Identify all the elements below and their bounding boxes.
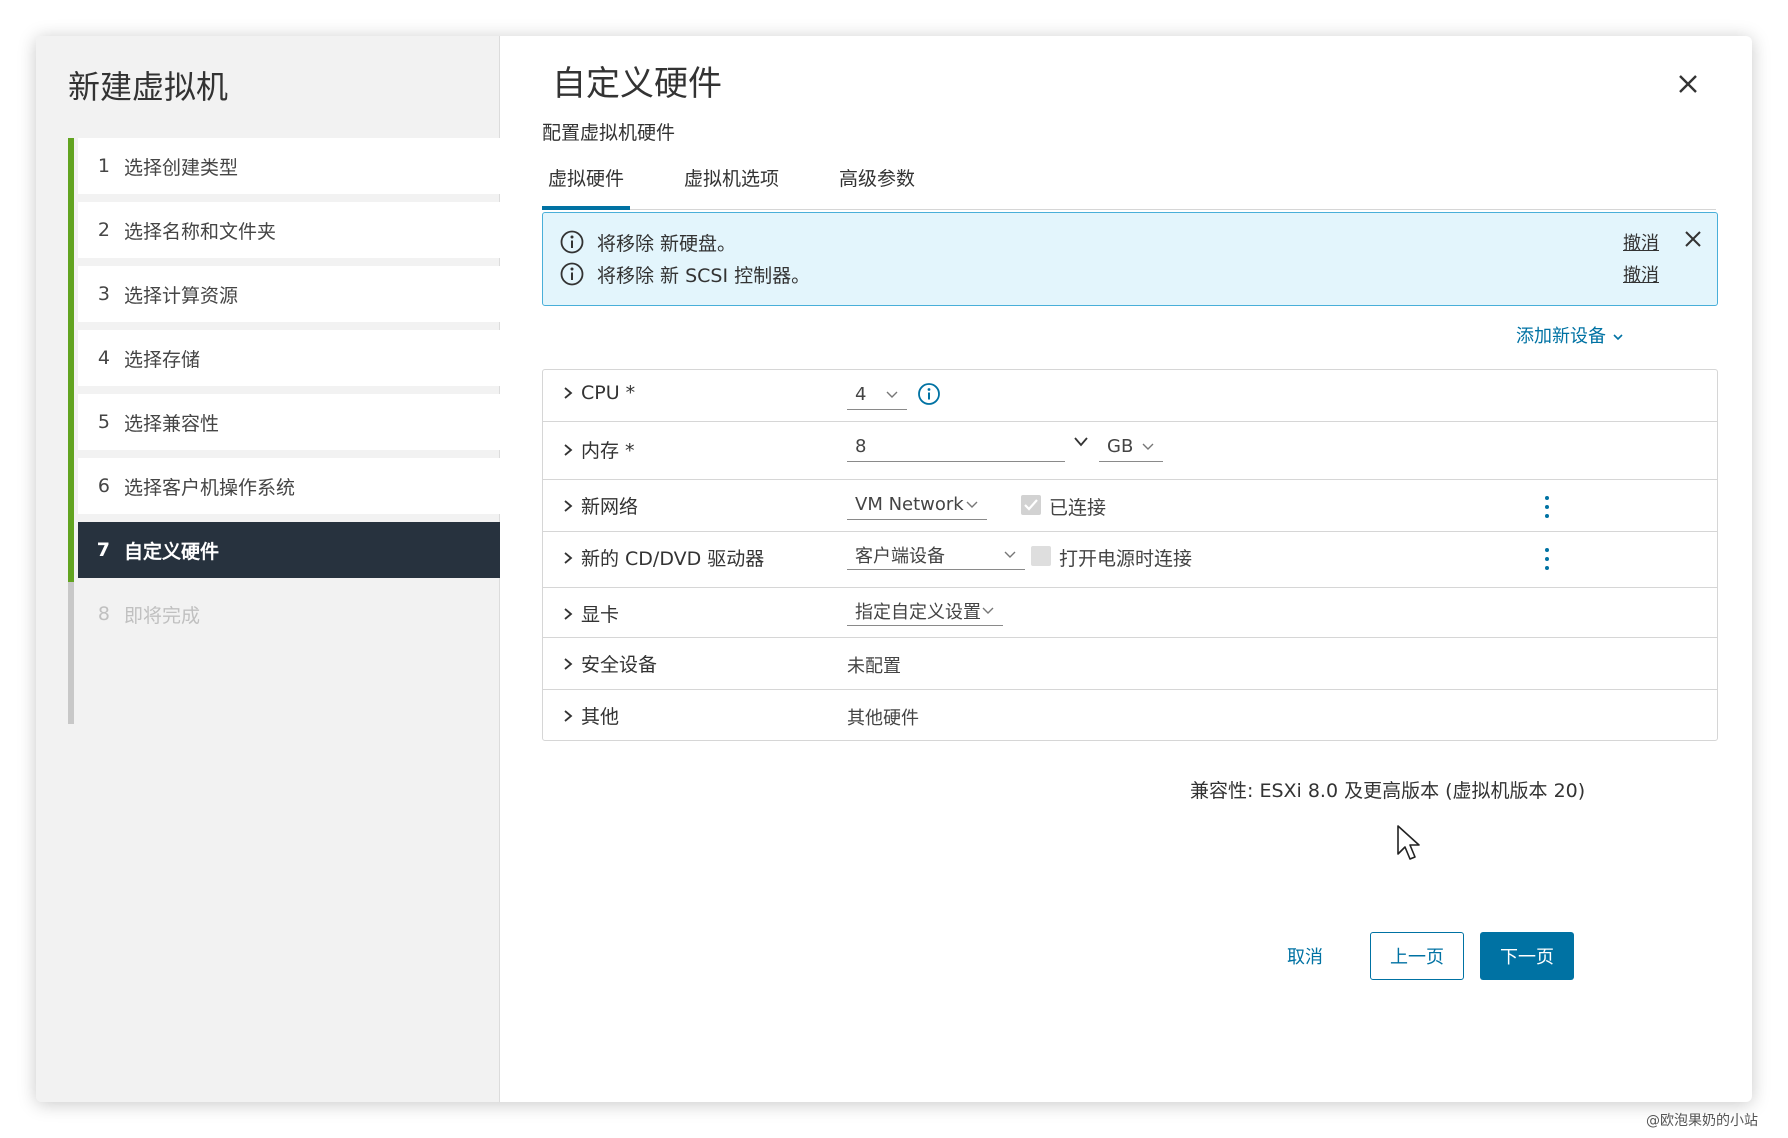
mouse-cursor-icon [1397, 825, 1420, 860]
watermark: @欧泡果奶的小站 [1646, 1113, 1758, 1129]
power-on-connect-label: 打开电源时连接 [1059, 548, 1193, 570]
wizard-step-label: 选择创建类型 [124, 156, 239, 179]
other-value: 其他硬件 [847, 708, 919, 729]
security-value: 未配置 [847, 656, 901, 677]
hw-row-toggle[interactable]: 显卡 [561, 600, 619, 627]
alert-message-row: 将移除 新硬盘。 [559, 227, 736, 257]
chevron-right-icon [564, 551, 573, 564]
hw-row-cddvd: 新的 CD/DVD 驱动器 客户端设备 打开电源时连接 [543, 532, 1717, 588]
cddvd-select[interactable]: 客户端设备 [847, 540, 1025, 570]
hw-row-memory: 内存 * 8 GB [543, 422, 1717, 480]
hw-row-video: 显卡 指定自定义设置 [543, 588, 1717, 638]
hw-row-network: 新网络 VM Network 已连接 [543, 480, 1717, 532]
chevron-down-icon [1613, 334, 1623, 341]
hardware-table: CPU * 4 内存 * 8 GB 新网络 VM Network 已连接 新的 … [542, 369, 1718, 741]
hw-row-toggle[interactable]: 安全设备 [561, 650, 657, 677]
cpu-info-icon[interactable] [917, 382, 941, 406]
cddvd-more-icon[interactable] [1543, 546, 1551, 572]
page-title: 自定义硬件 [552, 64, 722, 104]
alert-message: 将移除 新 SCSI 控制器。 [597, 264, 811, 287]
wizard-step-5[interactable]: 5 选择兼容性 [78, 394, 500, 450]
wizard-step-label: 选择兼容性 [124, 412, 220, 435]
wizard-title: 新建虚拟机 [68, 68, 229, 106]
wizard-step-3[interactable]: 3 选择计算资源 [78, 266, 500, 322]
chevron-right-icon [564, 499, 573, 512]
steps-progress-rail [68, 138, 74, 724]
wizard-sidebar: 新建虚拟机 1 选择创建类型 2 选择名称和文件夹 3 选择计算资源 4 选择存… [36, 36, 500, 1102]
chevron-right-icon [564, 443, 573, 456]
chevron-right-icon [564, 607, 573, 620]
hw-row-other: 其他 其他硬件 [543, 690, 1717, 740]
chevron-right-icon [564, 657, 573, 670]
tab-vm-options[interactable]: 虚拟机选项 [678, 154, 785, 210]
check-icon [1024, 499, 1038, 511]
alert-close-icon[interactable] [1681, 227, 1705, 251]
chevron-down-icon [1142, 443, 1154, 450]
hw-row-toggle[interactable]: 其他 [561, 702, 619, 729]
alert-message: 将移除 新硬盘。 [597, 232, 737, 255]
chevron-down-icon [966, 501, 978, 508]
memory-unit-select[interactable]: GB [1099, 432, 1163, 462]
connected-label: 已连接 [1049, 497, 1107, 519]
wizard-step-label: 选择名称和文件夹 [124, 220, 277, 243]
wizard-step-label: 选择计算资源 [124, 284, 239, 307]
hw-row-security: 安全设备 未配置 [543, 638, 1717, 690]
chevron-down-icon [886, 391, 898, 398]
back-button[interactable]: 上一页 [1370, 932, 1464, 980]
add-new-device-button[interactable]: 添加新设备 [1516, 322, 1624, 348]
network-more-icon[interactable] [1543, 494, 1551, 520]
hw-row-toggle[interactable]: 内存 * [561, 436, 635, 463]
chevron-down-icon [982, 607, 994, 614]
wizard-step-7[interactable]: 7 自定义硬件 [78, 522, 500, 578]
wizard-step-1[interactable]: 1 选择创建类型 [78, 138, 500, 194]
wizard-step-label: 即将完成 [124, 604, 201, 627]
wizard-step-2[interactable]: 2 选择名称和文件夹 [78, 202, 500, 258]
info-icon [560, 262, 584, 286]
info-alert: 将移除 新硬盘。 撤消 将移除 新 SCSI 控制器。 撤消 [542, 212, 1718, 306]
page-subtitle: 配置虚拟机硬件 [542, 122, 676, 144]
steps-progress-pending [68, 582, 74, 724]
network-select[interactable]: VM Network [847, 490, 987, 520]
connected-checkbox[interactable] [1021, 495, 1041, 515]
main-panel: 自定义硬件 配置虚拟机硬件 虚拟硬件 虚拟机选项 高级参数 将移除 新硬盘。 撤… [500, 36, 1752, 1102]
hw-row-toggle[interactable]: CPU * [561, 382, 635, 404]
wizard-step-label: 自定义硬件 [124, 540, 220, 563]
compatibility-text: 兼容性: ESXi 8.0 及更高版本 (虚拟机版本 20) [1190, 780, 1586, 802]
new-vm-dialog: 新建虚拟机 1 选择创建类型 2 选择名称和文件夹 3 选择计算资源 4 选择存… [36, 36, 1752, 1102]
wizard-step-label: 选择客户机操作系统 [124, 476, 296, 499]
wizard-step-4[interactable]: 4 选择存储 [78, 330, 500, 386]
cpu-select[interactable]: 4 [847, 380, 907, 410]
memory-dropdown-icon[interactable] [1073, 436, 1089, 448]
tab-bar: 虚拟硬件 虚拟机选项 高级参数 [542, 154, 1716, 210]
hw-row-cpu: CPU * 4 [543, 370, 1717, 422]
hw-row-toggle[interactable]: 新的 CD/DVD 驱动器 [561, 544, 764, 571]
memory-input[interactable]: 8 [847, 432, 1065, 462]
info-icon [560, 230, 584, 254]
next-button[interactable]: 下一页 [1480, 932, 1574, 980]
cancel-button[interactable]: 取消 [1260, 932, 1350, 980]
tab-virtual-hardware[interactable]: 虚拟硬件 [542, 154, 631, 210]
hw-row-toggle[interactable]: 新网络 [561, 492, 638, 519]
undo-link[interactable]: 撤消 [1623, 229, 1659, 255]
close-icon[interactable] [1670, 66, 1706, 102]
chevron-right-icon [564, 387, 573, 399]
chevron-down-icon [1004, 551, 1016, 558]
wizard-step-label: 选择存储 [124, 348, 201, 371]
wizard-step-8: 8 即将完成 [78, 586, 500, 642]
alert-message-row: 将移除 新 SCSI 控制器。 [559, 259, 810, 289]
power-on-connect-checkbox[interactable] [1031, 546, 1051, 566]
wizard-step-6[interactable]: 6 选择客户机操作系统 [78, 458, 500, 514]
chevron-right-icon [564, 709, 573, 722]
video-select[interactable]: 指定自定义设置 [847, 596, 1003, 626]
tab-advanced-parameters[interactable]: 高级参数 [833, 154, 921, 210]
undo-link[interactable]: 撤消 [1623, 261, 1659, 287]
